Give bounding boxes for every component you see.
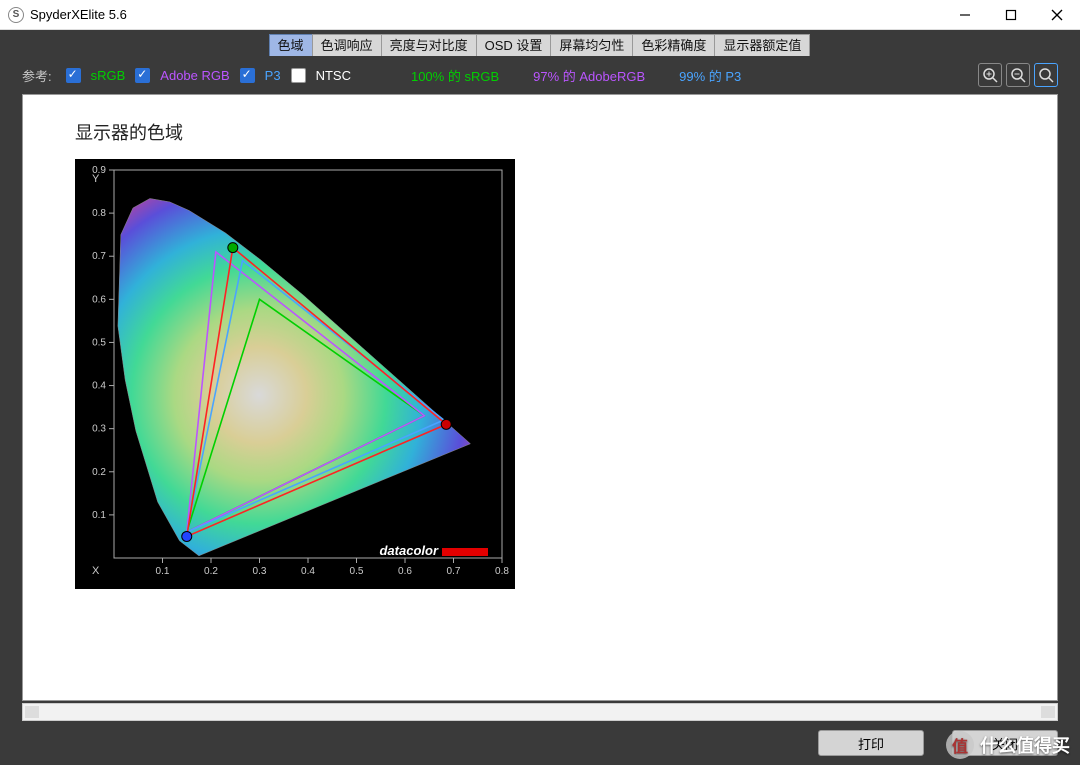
svg-text:0.5: 0.5 — [350, 566, 364, 577]
app-icon: S — [8, 7, 24, 23]
svg-text:0.2: 0.2 — [92, 467, 106, 478]
watermark: 值 什么值得买 — [946, 731, 1070, 759]
svg-text:0.3: 0.3 — [92, 424, 106, 435]
zoom-out-icon — [1010, 67, 1026, 83]
tab-tone-response[interactable]: 色调响应 — [312, 34, 382, 56]
window-minimize-button[interactable] — [942, 0, 988, 30]
window-close-button[interactable] — [1034, 0, 1080, 30]
ref-srgb[interactable]: sRGB — [91, 68, 126, 83]
svg-text:0.5: 0.5 — [92, 337, 106, 348]
magnifier-icon — [1038, 67, 1054, 83]
tab-gamut[interactable]: 色域 — [269, 34, 313, 56]
measure-p3: 99% 的 P3 — [679, 66, 741, 85]
svg-text:0.7: 0.7 — [447, 566, 461, 577]
svg-text:0.6: 0.6 — [398, 566, 412, 577]
window-titlebar: S SpyderXElite 5.6 — [0, 0, 1080, 30]
svg-text:0.8: 0.8 — [495, 566, 509, 577]
window-title: SpyderXElite 5.6 — [30, 7, 127, 22]
tab-uniformity[interactable]: 屏幕均匀性 — [550, 34, 633, 56]
gamut-chart: 0.1 0.2 0.3 0.4 0.5 0.6 0.7 0.8 0.1 0.2 0.3 0.4 0.5 0… — [75, 159, 515, 589]
window-maximize-button[interactable] — [988, 0, 1034, 30]
svg-text:0.2: 0.2 — [204, 566, 218, 577]
footer-bar: 打印 关闭 — [0, 721, 1080, 765]
app-shell: 色域 色调响应 亮度与对比度 OSD 设置 屏幕均匀性 色彩精确度 显示器额定值… — [0, 30, 1080, 765]
zoom-reset-button[interactable] — [1034, 63, 1058, 87]
svg-text:X: X — [92, 565, 100, 577]
tab-display-rating[interactable]: 显示器额定值 — [714, 34, 810, 56]
svg-text:0.4: 0.4 — [301, 566, 315, 577]
checkbox-srgb[interactable] — [66, 68, 81, 83]
svg-text:0.1: 0.1 — [156, 566, 170, 577]
checkbox-ntsc[interactable] — [291, 68, 306, 83]
svg-text:0.8: 0.8 — [92, 208, 106, 219]
ref-ntsc[interactable]: NTSC — [316, 68, 351, 83]
svg-text:0.6: 0.6 — [92, 294, 106, 305]
reference-label: 参考: — [22, 66, 52, 85]
zoom-in-icon — [982, 67, 998, 83]
tab-brightness-contrast[interactable]: 亮度与对比度 — [381, 34, 477, 56]
watermark-text: 什么值得买 — [980, 732, 1070, 758]
zoom-in-button[interactable] — [978, 63, 1002, 87]
print-button[interactable]: 打印 — [818, 730, 924, 756]
svg-text:Y: Y — [92, 173, 100, 185]
svg-text:0.7: 0.7 — [92, 251, 106, 262]
svg-text:0.4: 0.4 — [92, 381, 106, 392]
content-area: 显示器的色域 0.1 0.2 0.3 0.4 0.5 0.6 0.7 0.8 0.1 0.2 0.3… — [22, 94, 1058, 701]
measure-srgb: 100% 的 sRGB — [411, 66, 499, 85]
tab-bar: 色域 色调响应 亮度与对比度 OSD 设置 屏幕均匀性 色彩精确度 显示器额定值 — [0, 30, 1080, 56]
tab-color-accuracy[interactable]: 色彩精确度 — [632, 34, 715, 56]
measure-adobergb: 97% 的 AdobeRGB — [533, 66, 645, 85]
checkbox-p3[interactable] — [240, 68, 255, 83]
tab-osd-settings[interactable]: OSD 设置 — [476, 34, 552, 56]
watermark-icon: 值 — [946, 731, 974, 759]
svg-text:datacolor: datacolor — [379, 543, 438, 558]
horizontal-scrollbar[interactable] — [22, 703, 1058, 721]
ref-adobergb[interactable]: Adobe RGB — [160, 68, 229, 83]
reference-bar: 参考: sRGB Adobe RGB P3 NTSC 100% 的 sRGB 9… — [0, 56, 1080, 94]
chart-heading: 显示器的色域 — [75, 119, 1005, 145]
checkbox-adobergb[interactable] — [135, 68, 150, 83]
ref-p3[interactable]: P3 — [265, 68, 281, 83]
svg-text:0.1: 0.1 — [92, 510, 106, 521]
zoom-out-button[interactable] — [1006, 63, 1030, 87]
svg-text:0.3: 0.3 — [253, 566, 267, 577]
